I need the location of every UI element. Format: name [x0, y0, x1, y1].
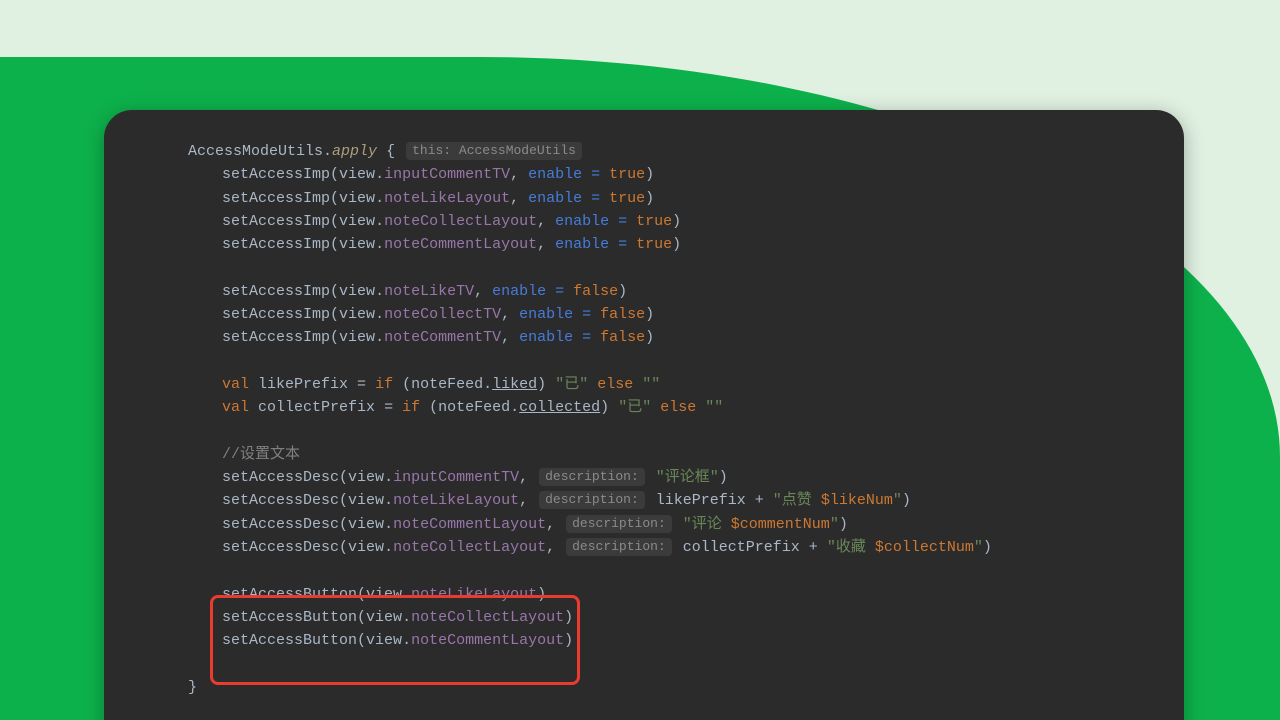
highlight-box — [210, 595, 580, 685]
param-hint: description: — [566, 515, 672, 533]
apply-call: apply — [332, 143, 377, 160]
blank-line — [188, 559, 1184, 582]
code-line: AccessModeUtils.apply { this: AccessMode… — [188, 140, 1184, 163]
code-line: setAccessDesc(view.noteLikeLayout, descr… — [188, 489, 1184, 512]
code-line: setAccessImp(view.inputCommentTV, enable… — [188, 163, 1184, 186]
code-area[interactable]: AccessModeUtils.apply { this: AccessMode… — [104, 140, 1184, 699]
code-line: setAccessImp(view.noteCommentLayout, ena… — [188, 233, 1184, 256]
receiver-hint: this: AccessModeUtils — [406, 142, 582, 160]
code-editor-window: AccessModeUtils.apply { this: AccessMode… — [104, 110, 1184, 720]
code-line: val likePrefix = if (noteFeed.liked) "已"… — [188, 373, 1184, 396]
code-line: setAccessDesc(view.inputCommentTV, descr… — [188, 466, 1184, 489]
code-line: setAccessDesc(view.noteCommentLayout, de… — [188, 513, 1184, 536]
blank-line — [188, 256, 1184, 279]
comment-line: //设置文本 — [188, 443, 1184, 466]
code-line: setAccessImp(view.noteCommentTV, enable … — [188, 326, 1184, 349]
blank-line — [188, 350, 1184, 373]
param-hint: description: — [566, 538, 672, 556]
code-line: val collectPrefix = if (noteFeed.collect… — [188, 396, 1184, 419]
code-line: setAccessImp(view.noteLikeLayout, enable… — [188, 187, 1184, 210]
blank-line — [188, 420, 1184, 443]
code-line: setAccessDesc(view.noteCollectLayout, de… — [188, 536, 1184, 559]
param-hint: description: — [539, 491, 645, 509]
code-line: setAccessImp(view.noteCollectLayout, ena… — [188, 210, 1184, 233]
code-line: setAccessImp(view.noteCollectTV, enable … — [188, 303, 1184, 326]
code-line: setAccessImp(view.noteLikeTV, enable = f… — [188, 280, 1184, 303]
param-hint: description: — [539, 468, 645, 486]
